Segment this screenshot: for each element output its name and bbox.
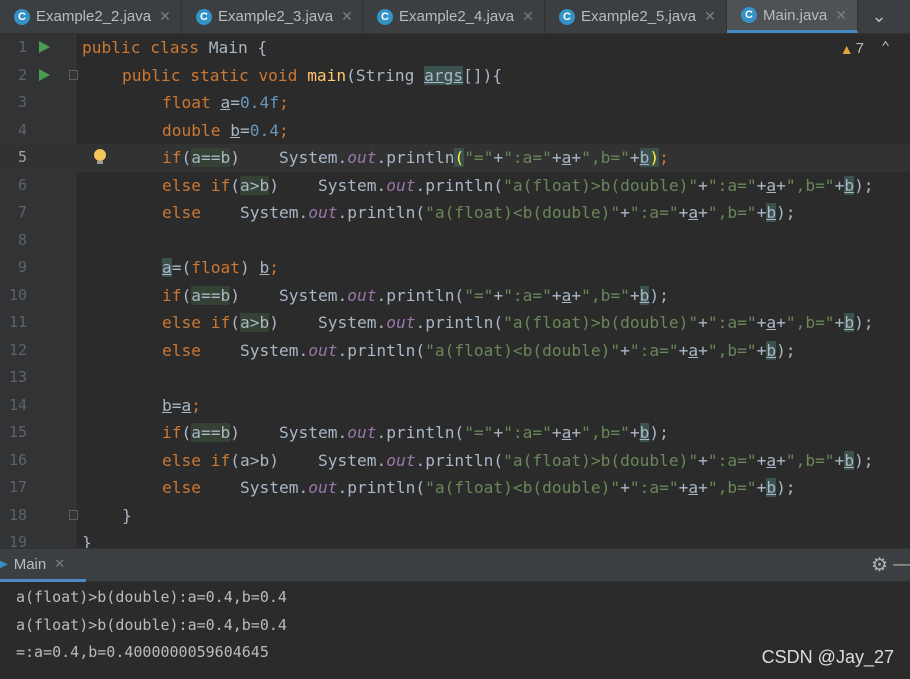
close-icon[interactable]: ✕ — [54, 556, 65, 572]
java-class-icon: C — [196, 8, 212, 25]
line-number: 4 — [17, 120, 27, 139]
close-icon[interactable]: ✕ — [159, 8, 171, 25]
close-icon[interactable]: ✕ — [704, 8, 716, 25]
line-number: 5 — [17, 148, 27, 166]
code-line-4: 4 double b=0.4; — [0, 117, 910, 145]
code-text: } — [122, 505, 132, 525]
close-icon[interactable]: ✕ — [522, 8, 534, 25]
tab-label: Example2_3.java — [218, 8, 334, 25]
lightbulb-icon[interactable] — [94, 149, 106, 164]
run-config-icon: ▶ — [0, 558, 8, 570]
code-text: else if(a>b) System.out.println("a(float… — [162, 313, 874, 332]
code-line-16: 16 else if(a>b) System.out.println("a(fl… — [0, 447, 910, 475]
run-icon[interactable] — [39, 41, 50, 53]
code-line-12: 12 else System.out.println("a(float)<b(d… — [0, 337, 910, 365]
gear-icon[interactable]: ⚙ — [871, 554, 888, 577]
line-number: 6 — [17, 175, 27, 194]
code-text: else System.out.println("a(float)<b(doub… — [162, 340, 796, 360]
code-text: public class Main { — [82, 38, 268, 57]
code-line-8: 8 — [0, 227, 910, 255]
line-number: 17 — [8, 478, 27, 496]
line-number: 2 — [17, 65, 27, 84]
line-number: 7 — [17, 203, 27, 221]
editor-tab-bar: C Example2_2.java ✕ C Example2_3.java ✕ … — [0, 0, 910, 34]
tab-label: Example2_4.java — [399, 8, 515, 25]
line-number: 8 — [17, 230, 27, 249]
code-line-15: 15 if(a==b) System.out.println("="+":a="… — [0, 419, 910, 447]
tab-example2-3[interactable]: C Example2_3.java ✕ — [182, 0, 363, 33]
line-number: 1 — [17, 38, 27, 56]
tab-example2-5[interactable]: C Example2_5.java ✕ — [545, 0, 727, 33]
console-line: =:a=0.4,b=0.4000000059604645 — [16, 643, 269, 661]
code-line-10: 10 if(a==b) System.out.println("="+":a="… — [0, 282, 910, 310]
code-line-1: 1 public class Main { — [0, 34, 910, 62]
watermark: CSDN @Jay_27 — [761, 647, 894, 667]
code-line-13: 13 — [0, 364, 910, 392]
code-text: a=(float) b; — [162, 258, 279, 277]
line-number: 13 — [8, 368, 27, 386]
code-text: } — [82, 533, 92, 548]
code-text: if(a==b) System.out.println("="+":a="+a+… — [162, 423, 669, 442]
tab-label: Example2_5.java — [581, 8, 697, 25]
line-number: 19 — [8, 533, 27, 548]
run-tab-main[interactable]: ▶ Main ✕ — [0, 549, 86, 582]
line-number: 3 — [17, 93, 27, 111]
code-line-14: 14 b=a; — [0, 392, 910, 420]
code-text: if(a==b) System.out.println("="+":a="+a+… — [162, 148, 669, 167]
minimize-icon[interactable]: — — [893, 554, 910, 574]
java-class-icon: C — [741, 7, 757, 23]
run-tool-window-header: ▶ Main ✕ ⚙ — — [0, 548, 910, 582]
code-line-3: 3 float a=0.4f; — [0, 89, 910, 117]
code-line-2: 2 public static void main(String args[])… — [0, 62, 910, 90]
run-tab-label: Main — [13, 555, 47, 573]
fold-icon[interactable] — [69, 69, 78, 80]
close-icon[interactable]: ✕ — [341, 8, 353, 25]
line-number: 14 — [8, 395, 27, 414]
code-text: public static void main(String args[]){ — [122, 65, 503, 85]
code-text: else if(a>b) System.out.println("a(float… — [162, 175, 874, 195]
code-text: else System.out.println("a(float)<b(doub… — [162, 478, 796, 497]
tab-label: Main.java — [763, 6, 828, 24]
code-line-5: 5 if(a==b) System.out.println("="+":a="+… — [0, 144, 910, 172]
java-class-icon: C — [377, 8, 393, 25]
line-number: 18 — [8, 505, 27, 524]
console-line: a(float)>b(double):a=0.4,b=0.4 — [16, 588, 287, 606]
code-text: b=a; — [162, 395, 201, 415]
java-class-icon: C — [559, 8, 575, 25]
tab-label: Example2_2.java — [36, 8, 152, 25]
line-number: 10 — [8, 285, 27, 304]
code-line-7: 7 else System.out.println("a(float)<b(do… — [0, 199, 910, 227]
code-text: float a=0.4f; — [162, 93, 289, 112]
code-text: else System.out.println("a(float)<b(doub… — [162, 203, 796, 222]
tab-main[interactable]: C Main.java ✕ — [727, 0, 858, 33]
java-class-icon: C — [14, 8, 30, 25]
line-number: 9 — [17, 258, 27, 276]
code-editor[interactable]: ▲ 7 ⌃ 1 public class Main { 2 public sta… — [0, 34, 910, 548]
code-text: else if(a>b) System.out.println("a(float… — [162, 450, 874, 470]
code-line-11: 11 else if(a>b) System.out.println("a(fl… — [0, 309, 910, 337]
line-number: 15 — [8, 423, 27, 441]
tab-example2-2[interactable]: C Example2_2.java ✕ — [0, 0, 182, 33]
code-line-17: 17 else System.out.println("a(float)<b(d… — [0, 474, 910, 502]
code-line-6: 6 else if(a>b) System.out.println("a(flo… — [0, 172, 910, 200]
code-line-9: 9 a=(float) b; — [0, 254, 910, 282]
line-number: 11 — [8, 313, 27, 331]
run-icon[interactable] — [39, 68, 50, 81]
line-number: 12 — [8, 340, 27, 359]
code-text: if(a==b) System.out.println("="+":a="+a+… — [162, 285, 669, 305]
line-number: 16 — [8, 450, 27, 469]
console-line: a(float)>b(double):a=0.4,b=0.4 — [16, 615, 287, 634]
tab-overflow-chevron-down-icon[interactable]: ⌄ — [858, 0, 900, 33]
code-text: double b=0.4; — [162, 120, 289, 140]
tab-example2-4[interactable]: C Example2_4.java ✕ — [363, 0, 545, 33]
fold-icon[interactable] — [69, 509, 78, 520]
code-line-18: 18 } — [0, 502, 910, 530]
code-line-19: 19 } — [0, 529, 910, 548]
close-icon[interactable]: ✕ — [835, 7, 847, 24]
